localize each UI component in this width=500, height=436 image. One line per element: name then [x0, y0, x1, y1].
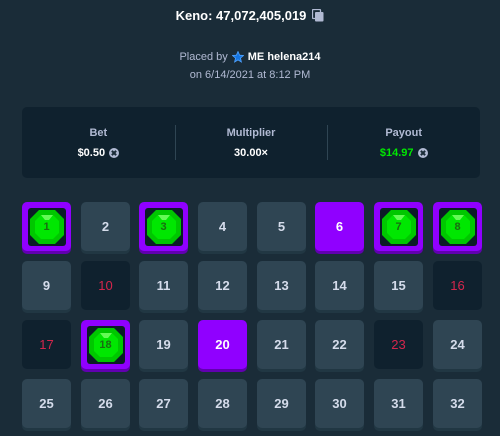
- keno-tile-2[interactable]: 2: [81, 202, 130, 251]
- keno-tile-19[interactable]: 19: [139, 320, 188, 369]
- gem-icon: 18: [86, 325, 126, 365]
- tile-number: 31: [391, 396, 406, 411]
- keno-tile-15[interactable]: 15: [374, 261, 423, 310]
- tile-number: 10: [98, 278, 113, 293]
- tile-number: 23: [391, 337, 406, 352]
- gem-icon: 7: [379, 207, 419, 247]
- keno-tile-10[interactable]: 10: [81, 261, 130, 310]
- keno-tile-14[interactable]: 14: [315, 261, 364, 310]
- keno-bet-details: Keno: 47,072,405,019 Placed by ME helena…: [0, 0, 500, 436]
- gem-icon: 8: [438, 207, 478, 247]
- keno-tile-27[interactable]: 27: [139, 379, 188, 428]
- tile-number: 11: [156, 278, 171, 293]
- tile-number: 19: [156, 337, 171, 352]
- payout-label: Payout: [385, 126, 423, 139]
- keno-tile-3[interactable]: 3: [139, 202, 188, 251]
- stats-panel: Bet $0.50 Multiplier 30.00× Payout $14.9…: [22, 107, 480, 178]
- keno-tile-5[interactable]: 5: [257, 202, 306, 251]
- keno-tile-31[interactable]: 31: [374, 379, 423, 428]
- keno-tile-25[interactable]: 25: [22, 379, 71, 428]
- keno-tile-1[interactable]: 1: [22, 202, 71, 251]
- tile-number: 12: [215, 278, 230, 293]
- tile-number: 8: [454, 220, 461, 233]
- username-link[interactable]: ME helena214: [248, 51, 321, 63]
- tile-number: 20: [215, 337, 230, 352]
- copy-icon[interactable]: [312, 8, 324, 22]
- keno-tile-20[interactable]: 20: [198, 320, 247, 369]
- payout-value: $14.97: [379, 146, 414, 159]
- multiplier-stat: Multiplier 30.00×: [174, 107, 328, 178]
- bet-value-row: $0.50: [78, 147, 120, 159]
- multiplier-value: 30.00×: [234, 146, 268, 159]
- tile-number: 25: [39, 396, 54, 411]
- keno-tile-30[interactable]: 30: [315, 379, 364, 428]
- tile-number: 15: [391, 278, 406, 293]
- keno-tile-24[interactable]: 24: [433, 320, 482, 369]
- tile-number: 18: [99, 338, 112, 351]
- keno-tile-18[interactable]: 18: [81, 320, 130, 369]
- bet-value: $0.50: [77, 146, 106, 159]
- tile-number: 21: [274, 337, 289, 352]
- keno-tile-13[interactable]: 13: [257, 261, 306, 310]
- tile-number: 29: [274, 396, 289, 411]
- keno-tile-7[interactable]: 7: [374, 202, 423, 251]
- tile-number: 6: [335, 219, 344, 234]
- keno-tile-8[interactable]: 8: [433, 202, 482, 251]
- placed-by-row: Placed by ME helena214: [0, 50, 500, 63]
- title-row: Keno: 47,072,405,019: [0, 8, 500, 23]
- tile-number: 1: [43, 220, 50, 233]
- tile-number: 13: [274, 278, 289, 293]
- tile-number: 4: [218, 219, 227, 234]
- keno-tile-4[interactable]: 4: [198, 202, 247, 251]
- tile-number: 32: [450, 396, 465, 411]
- keno-tile-16[interactable]: 16: [433, 261, 482, 310]
- tile-number: 9: [42, 278, 51, 293]
- keno-tile-9[interactable]: 9: [22, 261, 71, 310]
- tile-number: 28: [215, 396, 230, 411]
- keno-tile-6[interactable]: 6: [315, 202, 364, 251]
- multiplier-value-row: 30.00×: [234, 147, 268, 159]
- tile-number: 17: [39, 337, 54, 352]
- keno-tile-23[interactable]: 23: [374, 320, 423, 369]
- tile-number: 14: [332, 278, 347, 293]
- tile-number: 16: [450, 278, 465, 293]
- multiplier-label: Multiplier: [226, 126, 276, 139]
- tile-number: 2: [101, 219, 110, 234]
- bet-date: on 6/14/2021 at 8:12 PM: [189, 69, 311, 81]
- keno-tile-22[interactable]: 22: [315, 320, 364, 369]
- tile-number: 26: [98, 396, 113, 411]
- payout-value-row: $14.97: [380, 147, 428, 159]
- keno-tile-26[interactable]: 26: [81, 379, 130, 428]
- keno-tile-28[interactable]: 28: [198, 379, 247, 428]
- keno-tile-29[interactable]: 29: [257, 379, 306, 428]
- tile-number: 22: [332, 337, 347, 352]
- tile-number: 30: [332, 396, 347, 411]
- tile-number: 7: [395, 220, 402, 233]
- keno-tile-32[interactable]: 32: [433, 379, 482, 428]
- tile-number: 5: [277, 219, 286, 234]
- currency-icon: [417, 147, 428, 158]
- keno-tile-17[interactable]: 17: [22, 320, 71, 369]
- keno-tile-12[interactable]: 12: [198, 261, 247, 310]
- keno-tile-21[interactable]: 21: [257, 320, 306, 369]
- tile-number: 3: [160, 220, 167, 233]
- vip-star-icon: [231, 50, 245, 63]
- tile-number: 24: [450, 337, 465, 352]
- currency-icon: [109, 147, 120, 158]
- bet-label: Bet: [89, 126, 108, 139]
- tile-number: 27: [156, 396, 171, 411]
- game-title: Keno: 47,072,405,019: [175, 8, 307, 23]
- placed-by-label: Placed by: [179, 51, 228, 63]
- keno-tile-11[interactable]: 11: [139, 261, 188, 310]
- gem-icon: 3: [144, 207, 184, 247]
- bet-stat: Bet $0.50: [22, 107, 175, 178]
- payout-stat: Payout $14.97: [327, 107, 480, 178]
- gem-icon: 1: [27, 207, 67, 247]
